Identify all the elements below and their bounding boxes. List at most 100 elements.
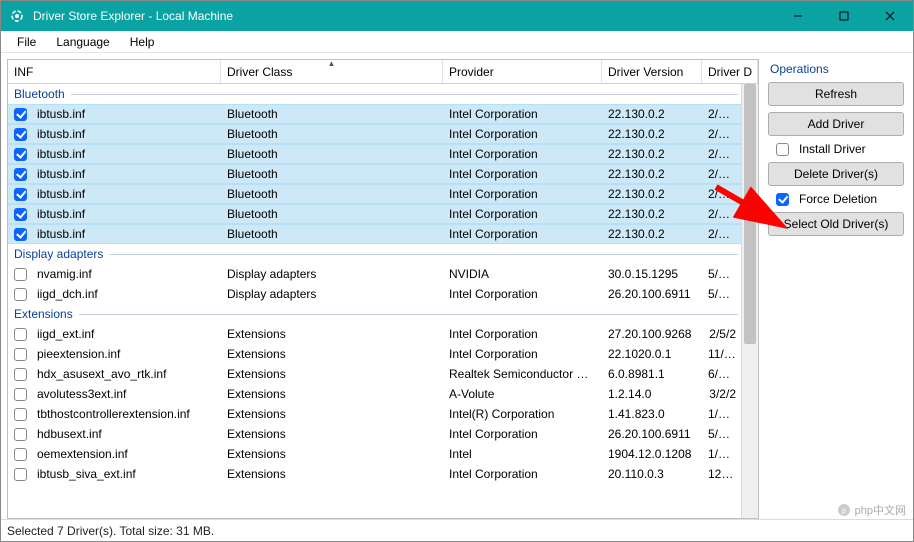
operations-panel: Operations Refresh Add Driver Install Dr… (765, 59, 907, 519)
table-body[interactable]: Bluetoothibtusb.infBluetoothIntel Corpor… (8, 84, 758, 518)
cell: 27.20.100.9268 (602, 327, 702, 341)
status-bar: Selected 7 Driver(s). Total size: 31 MB. (1, 519, 913, 541)
cell: Bluetooth (221, 207, 443, 221)
scrollbar-track[interactable] (741, 84, 758, 518)
cell: Extensions (221, 387, 443, 401)
table-row[interactable]: pieextension.infExtensionsIntel Corporat… (8, 344, 758, 364)
maximize-button[interactable] (821, 1, 867, 31)
cell: Intel Corporation (443, 107, 602, 121)
cell: Display adapters (221, 287, 443, 301)
watermark-text: php中文网 (855, 502, 906, 518)
row-checkbox[interactable] (14, 108, 27, 121)
cell: Extensions (221, 447, 443, 461)
col-driver-date[interactable]: Driver D (702, 60, 758, 83)
table-row[interactable]: ibtusb.infBluetoothIntel Corporation22.1… (8, 204, 758, 224)
table-row[interactable]: iigd_dch.infDisplay adaptersIntel Corpor… (8, 284, 758, 304)
cell: Extensions (221, 367, 443, 381)
table-row[interactable]: ibtusb.infBluetoothIntel Corporation22.1… (8, 104, 758, 124)
cell: Bluetooth (221, 227, 443, 241)
row-checkbox[interactable] (14, 368, 27, 381)
col-provider[interactable]: Provider (443, 60, 602, 83)
row-checkbox[interactable] (14, 228, 27, 241)
col-inf[interactable]: INF (8, 60, 221, 83)
cell: Intel Corporation (443, 287, 602, 301)
cell: Intel Corporation (443, 187, 602, 201)
cell: Bluetooth (221, 167, 443, 181)
table-row[interactable]: ibtusb.infBluetoothIntel Corporation22.1… (8, 184, 758, 204)
cell: pieextension.inf (31, 347, 221, 361)
table-row[interactable]: ibtusb.infBluetoothIntel Corporation22.1… (8, 144, 758, 164)
watermark: p php中文网 (837, 502, 906, 518)
cell: ibtusb.inf (31, 187, 221, 201)
col-driver-class[interactable]: Driver Class ▲ (221, 60, 443, 83)
group-divider (71, 94, 738, 95)
table-row[interactable]: hdbusext.infExtensionsIntel Corporation2… (8, 424, 758, 444)
row-checkbox[interactable] (14, 468, 27, 481)
cell: Realtek Semiconductor Corp. (443, 367, 602, 381)
menubar: File Language Help (1, 31, 913, 53)
refresh-button[interactable]: Refresh (768, 82, 904, 106)
install-driver-label: Install Driver (799, 142, 866, 156)
row-checkbox[interactable] (14, 288, 27, 301)
row-checkbox[interactable] (14, 128, 27, 141)
table-row[interactable]: oemextension.infExtensionsIntel1904.12.0… (8, 444, 758, 464)
row-checkbox[interactable] (14, 388, 27, 401)
table-row[interactable]: hdx_asusext_avo_rtk.infExtensionsRealtek… (8, 364, 758, 384)
force-deletion-checkbox[interactable]: Force Deletion (768, 192, 904, 206)
cell: Bluetooth (221, 127, 443, 141)
delete-drivers-button[interactable]: Delete Driver(s) (768, 162, 904, 186)
cell: Bluetooth (221, 147, 443, 161)
cell: 22.130.0.2 (602, 127, 702, 141)
group-divider (79, 314, 738, 315)
cell: 1.41.823.0 (602, 407, 702, 421)
content-area: INF Driver Class ▲ Provider Driver Versi… (1, 53, 913, 519)
table-row[interactable]: ibtusb.infBluetoothIntel Corporation22.1… (8, 224, 758, 244)
menu-file[interactable]: File (7, 33, 46, 51)
table-row[interactable]: ibtusb_siva_ext.infExtensionsIntel Corpo… (8, 464, 758, 484)
table-row[interactable]: nvamig.infDisplay adaptersNVIDIA30.0.15.… (8, 264, 758, 284)
scrollbar-thumb[interactable] (744, 84, 756, 344)
row-checkbox[interactable] (14, 188, 27, 201)
row-checkbox[interactable] (14, 208, 27, 221)
install-driver-checkbox[interactable]: Install Driver (768, 142, 904, 156)
row-checkbox[interactable] (14, 408, 27, 421)
checkbox-icon (776, 143, 789, 156)
row-checkbox[interactable] (14, 168, 27, 181)
app-icon (9, 8, 25, 24)
group-header[interactable]: Extensions (8, 304, 758, 324)
row-checkbox[interactable] (14, 148, 27, 161)
group-header[interactable]: Bluetooth (8, 84, 758, 104)
menu-language[interactable]: Language (46, 33, 119, 51)
cell: Intel Corporation (443, 467, 602, 481)
select-old-drivers-button[interactable]: Select Old Driver(s) (768, 212, 904, 236)
status-text: Selected 7 Driver(s). Total size: 31 MB. (7, 524, 214, 538)
app-window: Driver Store Explorer - Local Machine Fi… (0, 0, 914, 542)
titlebar[interactable]: Driver Store Explorer - Local Machine (1, 1, 913, 31)
group-label: Extensions (14, 307, 73, 321)
cell: 22.130.0.2 (602, 107, 702, 121)
cell: ibtusb.inf (31, 107, 221, 121)
cell: 22.1020.0.1 (602, 347, 702, 361)
close-button[interactable] (867, 1, 913, 31)
cell: 22.130.0.2 (602, 147, 702, 161)
table-row[interactable]: tbthostcontrollerextension.infExtensions… (8, 404, 758, 424)
row-checkbox[interactable] (14, 448, 27, 461)
table-row[interactable]: avolutess3ext.infExtensionsA-Volute1.2.1… (8, 384, 758, 404)
table-row[interactable]: iigd_ext.infExtensionsIntel Corporation2… (8, 324, 758, 344)
table-row[interactable]: ibtusb.infBluetoothIntel Corporation22.1… (8, 164, 758, 184)
col-driver-version[interactable]: Driver Version (602, 60, 702, 83)
cell: tbthostcontrollerextension.inf (31, 407, 221, 421)
add-driver-button[interactable]: Add Driver (768, 112, 904, 136)
minimize-button[interactable] (775, 1, 821, 31)
cell: 6.0.8981.1 (602, 367, 702, 381)
row-checkbox[interactable] (14, 348, 27, 361)
cell: Intel Corporation (443, 227, 602, 241)
row-checkbox[interactable] (14, 328, 27, 341)
group-header[interactable]: Display adapters (8, 244, 758, 264)
row-checkbox[interactable] (14, 268, 27, 281)
menu-help[interactable]: Help (120, 33, 165, 51)
table-row[interactable]: ibtusb.infBluetoothIntel Corporation22.1… (8, 124, 758, 144)
row-checkbox[interactable] (14, 428, 27, 441)
column-headers: INF Driver Class ▲ Provider Driver Versi… (8, 60, 758, 84)
cell: Extensions (221, 347, 443, 361)
